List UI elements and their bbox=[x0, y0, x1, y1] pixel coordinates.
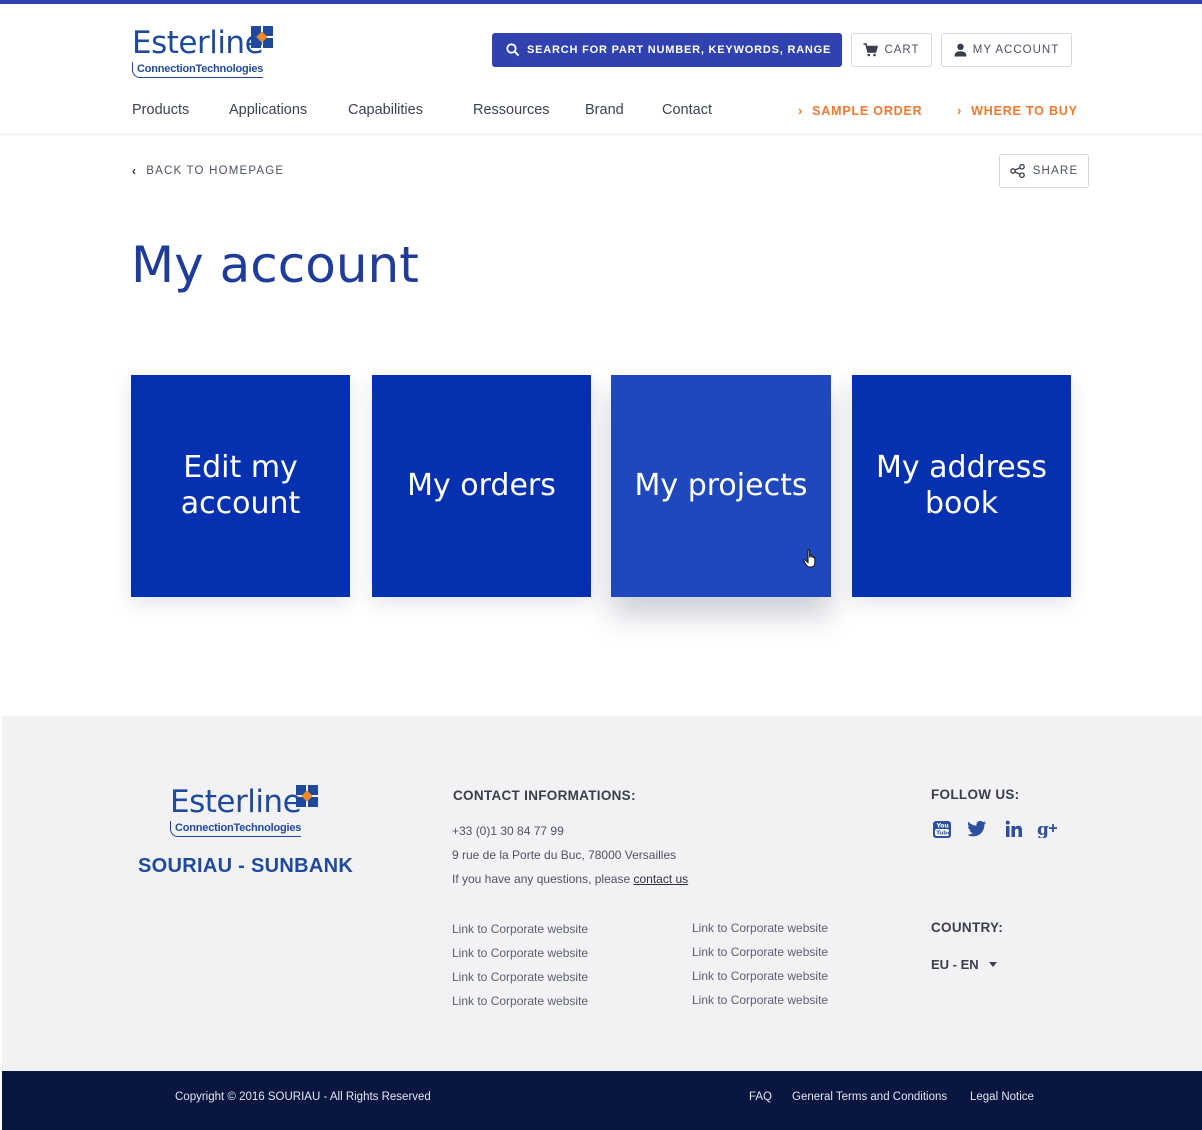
country-selector[interactable]: EU - EN bbox=[931, 957, 997, 972]
logo-mark-icon bbox=[251, 26, 273, 48]
corporate-link[interactable]: Link to Corporate website bbox=[692, 945, 828, 959]
country-value: EU - EN bbox=[931, 957, 979, 972]
svg-text:g: g bbox=[1037, 820, 1049, 838]
tile-label: Edit my account bbox=[180, 450, 301, 521]
search-icon bbox=[506, 43, 520, 57]
cart-label: CART bbox=[884, 44, 920, 56]
contact-us-link[interactable]: contact us bbox=[633, 872, 688, 886]
corporate-link[interactable]: Link to Corporate website bbox=[452, 994, 588, 1008]
corporate-link[interactable]: Link to Corporate website bbox=[692, 921, 828, 935]
tile-edit-my-account[interactable]: Edit my account bbox=[131, 375, 350, 597]
search-label: SEARCH FOR PART NUMBER, KEYWORDS, RANGE bbox=[527, 44, 832, 56]
faq-link[interactable]: FAQ bbox=[749, 1091, 772, 1103]
logo-subtitle: ConnectionTechnologies bbox=[132, 62, 263, 78]
share-label: SHARE bbox=[1032, 165, 1079, 177]
hand-pointer-icon bbox=[803, 549, 816, 568]
logo-subtitle: ConnectionTechnologies bbox=[170, 821, 301, 837]
legal-notice-link[interactable]: Legal Notice bbox=[970, 1091, 1034, 1103]
nav-applications[interactable]: Applications bbox=[229, 102, 307, 118]
corporate-link[interactable]: Link to Corporate website bbox=[452, 922, 588, 936]
corporate-link[interactable]: Link to Corporate website bbox=[692, 993, 828, 1007]
nav-ressources[interactable]: Ressources bbox=[473, 102, 550, 118]
footer-brand-name: SOURIAU - SUNBANK bbox=[138, 855, 354, 877]
back-label: BACK TO HOMEPAGE bbox=[146, 165, 285, 177]
tile-label: My address book bbox=[875, 450, 1048, 521]
youtube-icon[interactable]: You Tube bbox=[931, 818, 953, 840]
logo-wordmark: Esterline bbox=[132, 25, 264, 61]
google-plus-icon[interactable]: g bbox=[1037, 818, 1059, 840]
questions-text: If you have any questions, please bbox=[452, 872, 631, 886]
where-to-buy-link[interactable]: › WHERE TO BUY bbox=[957, 103, 1078, 118]
esterline-logo[interactable]: Esterline ConnectionTechnologies bbox=[132, 26, 277, 82]
contact-questions: If you have any questions, please contac… bbox=[452, 872, 688, 886]
svg-text:Tube: Tube bbox=[936, 831, 951, 837]
tile-label: My projects bbox=[634, 468, 808, 503]
search-button[interactable]: SEARCH FOR PART NUMBER, KEYWORDS, RANGE bbox=[492, 33, 842, 67]
share-icon bbox=[1009, 164, 1025, 178]
corporate-link[interactable]: Link to Corporate website bbox=[692, 969, 828, 983]
country-heading: COUNTRY: bbox=[931, 920, 1004, 935]
corporate-link[interactable]: Link to Corporate website bbox=[452, 970, 588, 984]
nav-capabilities[interactable]: Capabilities bbox=[348, 102, 423, 118]
nav-brand[interactable]: Brand bbox=[585, 102, 624, 118]
linkedin-icon[interactable] bbox=[1003, 818, 1025, 840]
where-to-buy-label: WHERE TO BUY bbox=[971, 103, 1078, 118]
corporate-link[interactable]: Link to Corporate website bbox=[452, 946, 588, 960]
nav-contact[interactable]: Contact bbox=[662, 102, 712, 118]
contact-phone: +33 (0)1 30 84 77 99 bbox=[452, 824, 564, 838]
logo-wordmark: Esterline bbox=[170, 784, 302, 820]
contact-heading: CONTACT INFORMATIONS: bbox=[453, 788, 636, 803]
sample-order-link[interactable]: › SAMPLE ORDER bbox=[798, 103, 922, 118]
cart-icon bbox=[863, 43, 879, 57]
site-footer bbox=[2, 716, 1202, 1071]
my-account-button[interactable]: MY ACCOUNT bbox=[941, 33, 1072, 67]
logo-mark-icon bbox=[296, 785, 318, 807]
caret-down-icon bbox=[988, 962, 997, 967]
tile-my-orders[interactable]: My orders bbox=[372, 375, 591, 597]
follow-heading: FOLLOW US: bbox=[931, 787, 1020, 802]
my-account-label: MY ACCOUNT bbox=[972, 44, 1060, 56]
svg-text:You: You bbox=[936, 823, 949, 830]
copyright-text: Copyright © 2016 SOURIAU - All Rights Re… bbox=[175, 1091, 431, 1103]
twitter-icon[interactable] bbox=[966, 818, 988, 840]
chevron-right-icon: › bbox=[957, 103, 963, 118]
terms-link[interactable]: General Terms and Conditions bbox=[792, 1091, 947, 1103]
nav-products[interactable]: Products bbox=[132, 102, 189, 118]
sample-order-label: SAMPLE ORDER bbox=[812, 103, 923, 118]
back-to-homepage-link[interactable]: ‹ BACK TO HOMEPAGE bbox=[132, 164, 284, 178]
tile-my-address-book[interactable]: My address book bbox=[852, 375, 1071, 597]
tile-my-projects[interactable]: My projects bbox=[611, 375, 831, 597]
chevron-right-icon: › bbox=[798, 103, 804, 118]
contact-address: 9 rue de la Porte du Buc, 78000 Versaill… bbox=[452, 848, 677, 862]
tile-label: My orders bbox=[407, 468, 556, 503]
footer-esterline-logo[interactable]: Esterline ConnectionTechnologies bbox=[170, 785, 320, 841]
chevron-left-icon: ‹ bbox=[132, 164, 138, 178]
cart-button[interactable]: CART bbox=[851, 33, 932, 67]
share-button[interactable]: SHARE bbox=[999, 154, 1089, 188]
user-icon bbox=[954, 43, 967, 57]
page-title: My account bbox=[131, 236, 419, 294]
